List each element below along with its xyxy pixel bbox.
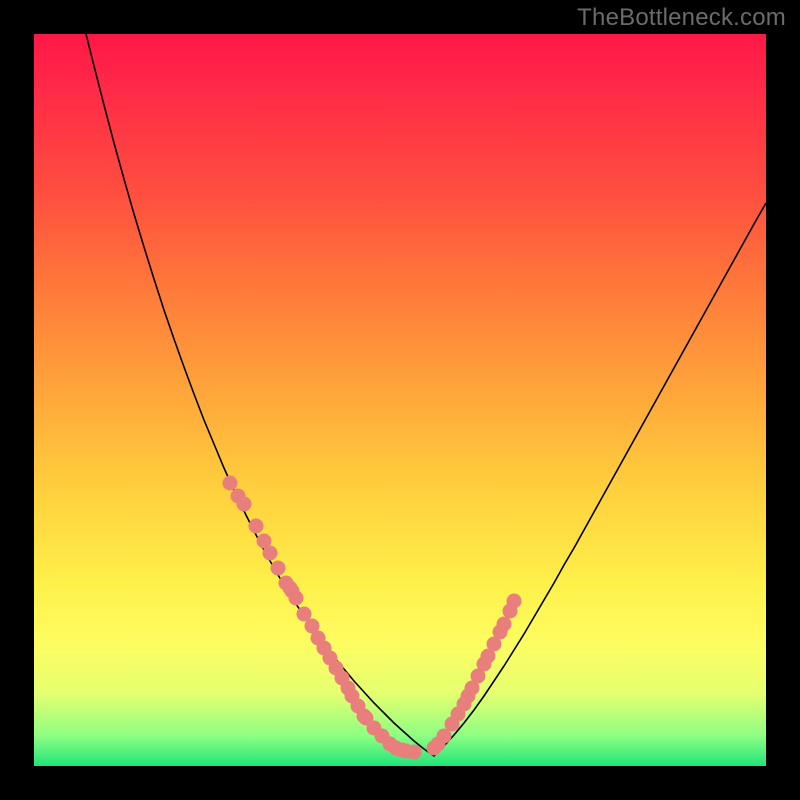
data-points xyxy=(223,476,522,760)
data-point xyxy=(271,561,286,576)
chart-svg xyxy=(34,34,766,766)
attribution-text: TheBottleneck.com xyxy=(577,4,786,32)
data-point xyxy=(497,617,512,632)
plot-area xyxy=(34,34,766,766)
data-point xyxy=(407,745,422,760)
data-point xyxy=(263,546,278,561)
data-point xyxy=(223,476,238,491)
chart-frame: TheBottleneck.com xyxy=(0,0,800,800)
bottleneck-curve xyxy=(86,34,766,756)
data-point xyxy=(507,594,522,609)
data-point xyxy=(249,519,264,534)
data-point xyxy=(237,497,252,512)
data-point xyxy=(289,591,304,606)
